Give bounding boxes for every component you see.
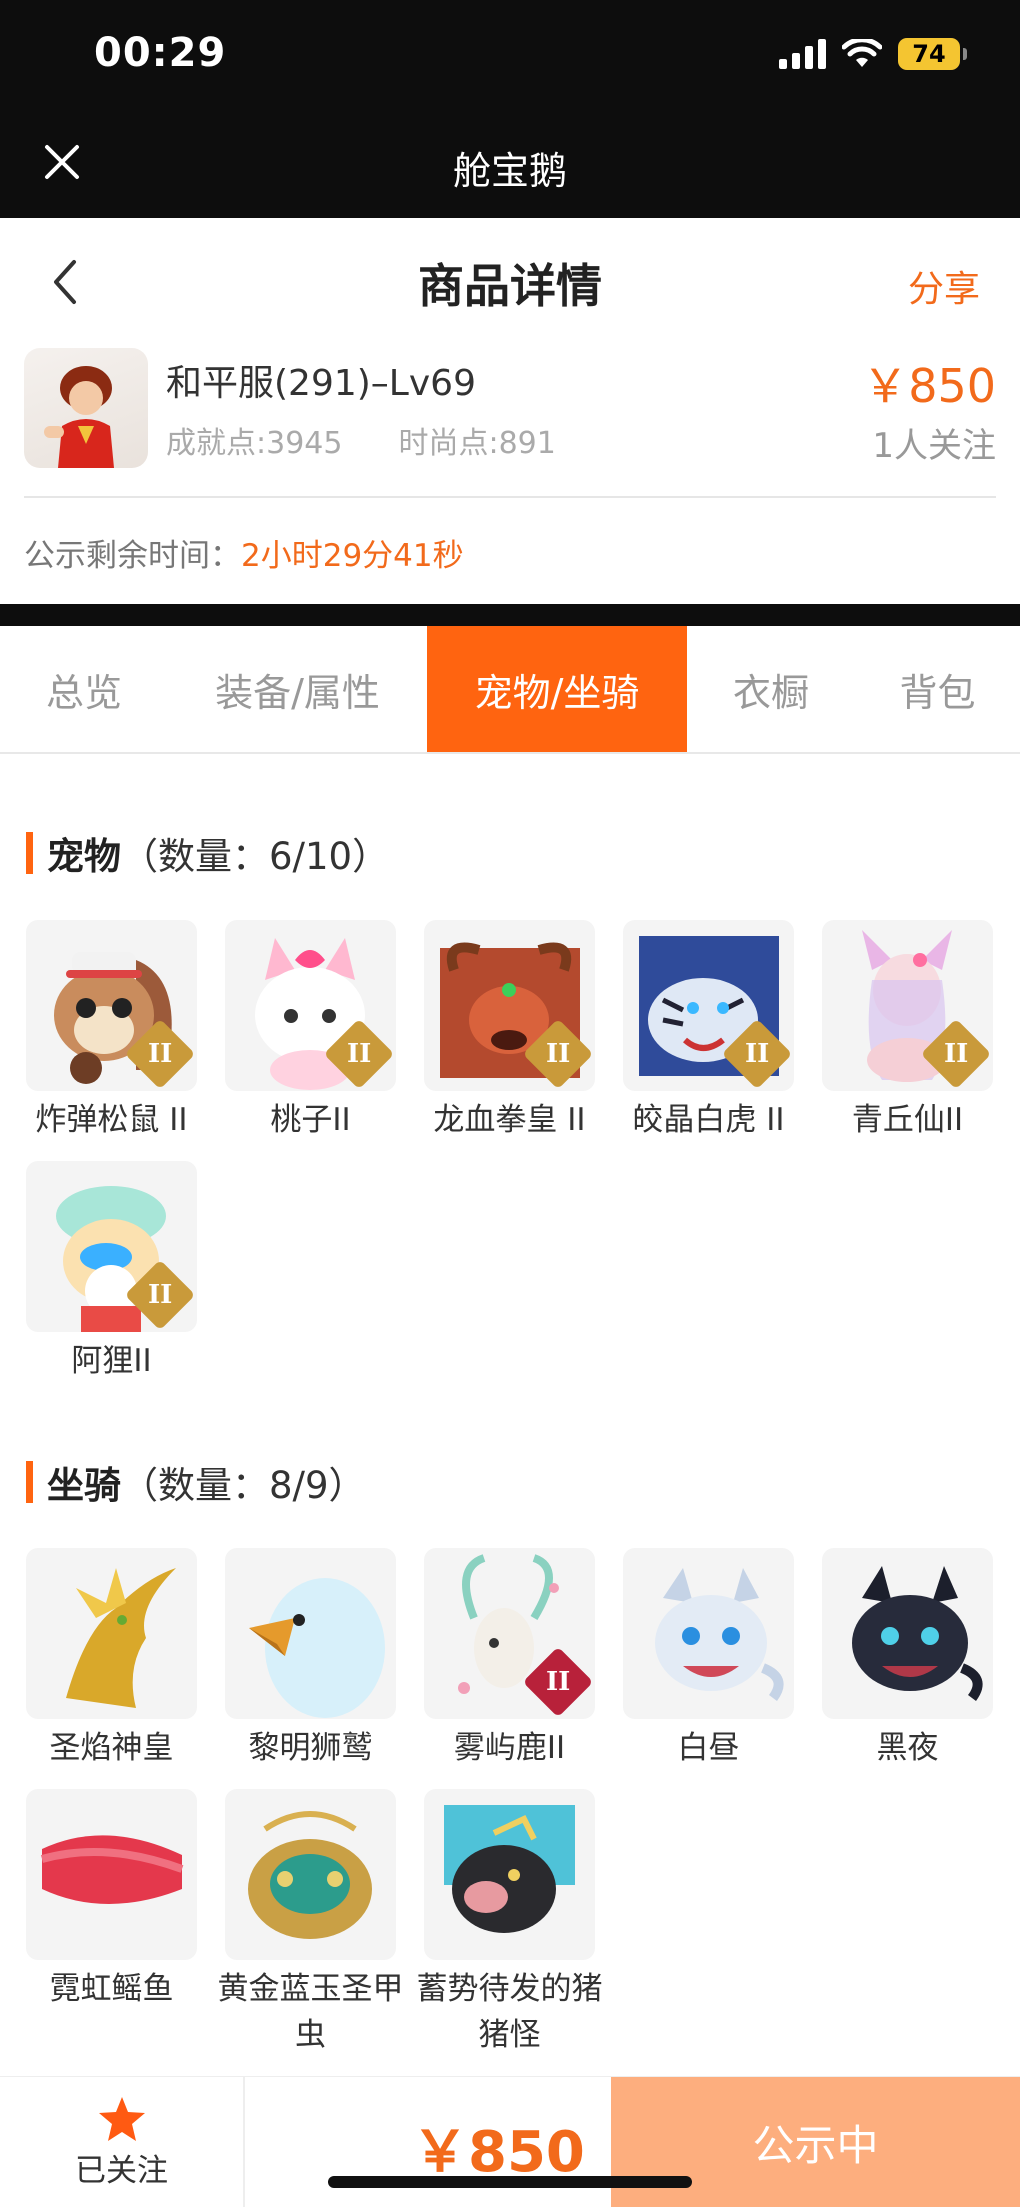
pet-name: 龙血拳皇 II <box>433 1102 586 1138</box>
mount-thumbnail <box>26 1548 197 1719</box>
product-price: ￥850 <box>862 359 996 413</box>
mount-thumbnail <box>623 1548 794 1719</box>
status-icons: 74 <box>779 38 967 70</box>
mount-item[interactable]: 白昼 <box>623 1548 794 1771</box>
follower-count: 1人关注 <box>872 426 996 466</box>
pet-item[interactable]: II 皎晶白虎 II <box>623 920 794 1143</box>
mount-thumbnail <box>225 1548 396 1719</box>
mount-item[interactable]: 霓虹鳐鱼 <box>26 1789 197 2058</box>
mount-thumbnail <box>26 1789 197 1960</box>
pet-name: 桃子II <box>270 1102 351 1138</box>
pet-thumbnail: II <box>26 1161 197 1332</box>
mount-thumbnail <box>822 1548 993 1719</box>
status-time: 00:29 <box>94 30 227 76</box>
section-marker <box>26 832 33 874</box>
mounts-grid: 圣焰神皇 黎明狮鹫 II 雾屿鹿II 白昼 黑夜 霓虹鳐鱼 黄金蓝玉圣甲虫 蓄势… <box>26 1548 998 2058</box>
follow-label: 已关注 <box>75 2153 168 2189</box>
pet-name: 皎晶白虎 II <box>632 1102 785 1138</box>
pet-item[interactable]: II 炸弹松鼠 II <box>26 920 197 1143</box>
pet-item[interactable]: II 桃子II <box>225 920 396 1143</box>
pet-item[interactable]: II 龙血拳皇 II <box>424 920 595 1143</box>
status-bar: 00:29 74 <box>0 0 1020 120</box>
pet-name: 炸弹松鼠 II <box>35 1102 188 1138</box>
divider <box>24 496 996 498</box>
countdown-value: 2小时29分41秒 <box>241 538 464 574</box>
section-marker <box>26 1461 33 1503</box>
pet-thumbnail: II <box>225 920 396 1091</box>
battery-icon: 74 <box>898 38 967 70</box>
signal-icon <box>779 39 826 69</box>
mounts-title: 坐骑 <box>47 1464 121 1507</box>
page-title: 商品详情 <box>418 259 602 313</box>
mount-name: 圣焰神皇 <box>49 1730 174 1766</box>
mount-item[interactable]: 黑夜 <box>822 1548 993 1771</box>
mount-thumbnail <box>225 1789 396 1960</box>
product-stats: 成就点:3945 时尚点:891 <box>166 418 556 462</box>
tab-pets-mounts[interactable]: 宠物/坐骑 <box>427 626 687 752</box>
mount-name: 白昼 <box>677 1730 740 1766</box>
mount-thumbnail: II <box>424 1548 595 1719</box>
mount-name: 霓虹鳐鱼 <box>49 1971 174 2007</box>
mount-name: 雾屿鹿II <box>453 1730 566 1766</box>
pets-title: 宠物 <box>47 835 121 878</box>
pet-item[interactable]: II 阿狸II <box>26 1161 197 1384</box>
follow-button[interactable]: 已关注 <box>0 2077 243 2207</box>
app-title: 舱宝鹅 <box>452 149 567 193</box>
pets-count: （数量：6/10） <box>121 835 390 878</box>
app-bar: 舱宝鹅 <box>0 120 1020 218</box>
public-countdown: 公示剩余时间：2小时29分41秒 <box>24 530 464 575</box>
product-summary: 和平服(291)–Lv69 成就点:3945 时尚点:891 ￥850 1人关注 <box>0 340 1020 500</box>
section-band <box>0 604 1020 626</box>
tab-backpack[interactable]: 背包 <box>855 626 1020 752</box>
tab-overview[interactable]: 总览 <box>0 626 168 752</box>
fashion-points: 时尚点:891 <box>398 426 556 461</box>
mount-name: 黎明狮鹫 <box>248 1730 373 1766</box>
character-avatar <box>24 348 148 468</box>
pet-thumbnail: II <box>424 920 595 1091</box>
mount-name: 黄金蓝玉圣甲虫 <box>217 1971 404 2053</box>
tab-bar: 总览 装备/属性 宠物/坐骑 衣橱 背包 <box>0 626 1020 754</box>
pet-thumbnail: II <box>822 920 993 1091</box>
mount-name: 蓄势待发的猪猪怪 <box>416 1971 603 2053</box>
achievement-points: 成就点:3945 <box>166 426 343 461</box>
mounts-count: （数量：8/9） <box>121 1464 366 1507</box>
mount-item[interactable]: 圣焰神皇 <box>26 1548 197 1771</box>
page-header: 商品详情 分享 <box>0 218 1020 348</box>
pet-name: 阿狸II <box>71 1343 152 1379</box>
mount-item[interactable]: 黄金蓝玉圣甲虫 <box>218 1789 404 2058</box>
home-indicator <box>328 2176 692 2188</box>
pets-grid: II 炸弹松鼠 II II 桃子II II 龙血拳皇 II II 皎晶白虎 II… <box>26 920 998 1384</box>
mount-thumbnail <box>424 1789 595 1960</box>
wifi-icon <box>842 39 882 67</box>
mount-item[interactable]: 黎明狮鹫 <box>225 1548 396 1771</box>
pet-name: 青丘仙II <box>851 1102 964 1138</box>
mounts-section-title: 坐骑 （数量：8/9） <box>26 1455 366 1509</box>
pet-item[interactable]: II 青丘仙II <box>822 920 993 1143</box>
mount-item[interactable]: 蓄势待发的猪猪怪 <box>417 1789 603 2058</box>
countdown-label: 公示剩余时间： <box>24 538 241 574</box>
mount-item[interactable]: II 雾屿鹿II <box>424 1548 595 1771</box>
pets-section-title: 宠物 （数量：6/10） <box>26 826 389 880</box>
tab-equipment[interactable]: 装备/属性 <box>168 626 427 752</box>
mount-name: 黑夜 <box>876 1730 939 1766</box>
pet-thumbnail: II <box>623 920 794 1091</box>
pet-thumbnail: II <box>26 920 197 1091</box>
share-button[interactable]: 分享 <box>908 260 980 312</box>
tab-wardrobe[interactable]: 衣橱 <box>687 626 855 752</box>
divider <box>243 2077 245 2207</box>
star-icon <box>98 2097 145 2141</box>
product-name: 和平服(291)–Lv69 <box>166 363 476 404</box>
